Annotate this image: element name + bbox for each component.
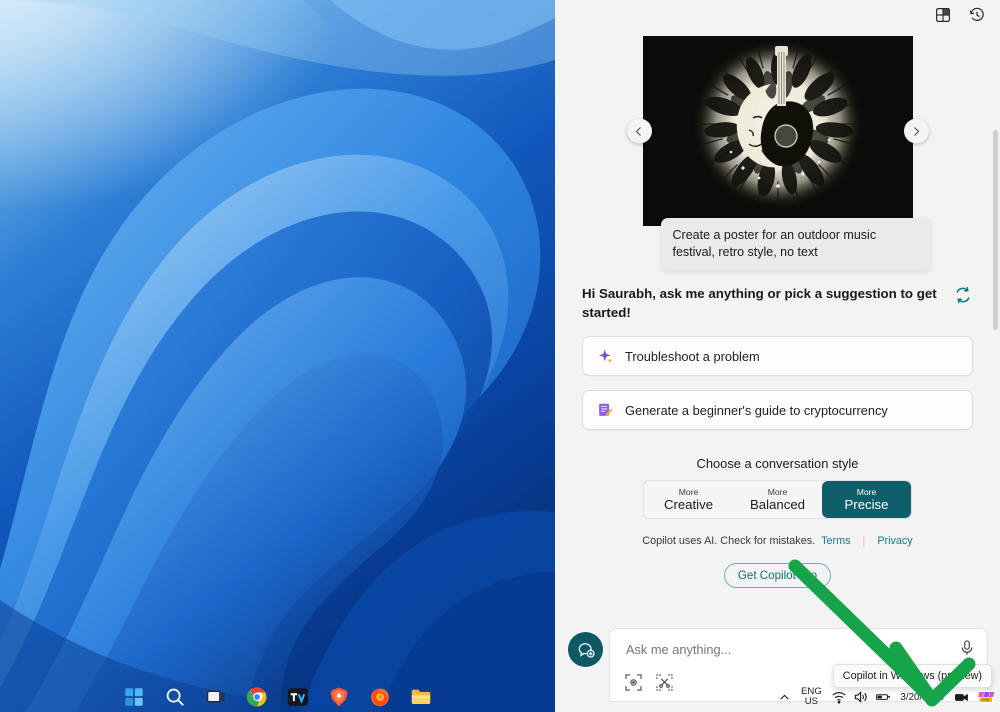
task-view-button[interactable] xyxy=(205,686,227,708)
chevron-left-icon xyxy=(635,126,641,136)
language-indicator[interactable]: ENG US xyxy=(794,687,828,707)
style-option-precise[interactable]: More Precise xyxy=(822,481,911,518)
suggestion-item-1[interactable]: Generate a beginner's guide to cryptocur… xyxy=(582,390,973,430)
plugins-icon[interactable] xyxy=(934,6,952,24)
taskbar-app-icons xyxy=(0,682,555,712)
disclaimer-text: Copilot uses AI. Check for mistakes. xyxy=(642,535,816,547)
disclaimer-separator: | xyxy=(862,535,866,547)
new-topic-button[interactable] xyxy=(568,632,603,667)
disclaimer-row: Copilot uses AI. Check for mistakes. Ter… xyxy=(582,535,973,547)
new-chat-bubble-icon xyxy=(578,642,595,658)
wifi-icon xyxy=(832,692,847,704)
document-edit-icon xyxy=(599,403,613,416)
sparkle-icon xyxy=(598,348,613,363)
conversation-style-group: More Creative More Balanced More Precise xyxy=(643,480,912,519)
clock-date[interactable]: 3/20/2024 xyxy=(894,692,950,703)
chevron-right-icon xyxy=(914,126,920,136)
meet-now-button[interactable] xyxy=(950,687,972,707)
carousel-caption: Create a poster for an outdoor music fes… xyxy=(660,218,931,271)
copilot-panel: Create a poster for an outdoor music fes… xyxy=(555,0,1000,712)
style-option-creative[interactable]: More Creative xyxy=(644,481,733,518)
search-button[interactable] xyxy=(164,686,186,708)
refresh-suggestions-icon[interactable] xyxy=(953,285,973,305)
chrome-button[interactable] xyxy=(246,686,268,708)
start-button[interactable] xyxy=(123,686,145,708)
terms-link[interactable]: Terms xyxy=(821,535,850,547)
volume-button[interactable] xyxy=(850,687,872,707)
carousel-prev-button[interactable] xyxy=(626,118,652,144)
carousel-image[interactable] xyxy=(642,36,913,226)
suggestion-label-0: Troubleshoot a problem xyxy=(625,348,760,364)
show-hidden-icons-button[interactable] xyxy=(774,691,794,704)
wallpaper-artwork xyxy=(0,0,555,712)
copilot-topbar xyxy=(555,0,1000,30)
poster-artwork xyxy=(642,36,913,226)
get-copilot-pro-button[interactable]: Get Copilot Pro xyxy=(724,563,831,588)
style-option-balanced[interactable]: More Balanced xyxy=(733,481,822,518)
desktop-wallpaper xyxy=(0,0,555,712)
svg-text:PRE: PRE xyxy=(982,698,990,702)
copilot-body: Hi Saurabh, ask me anything or pick a su… xyxy=(555,284,1000,588)
carousel-next-button[interactable] xyxy=(903,118,929,144)
privacy-link[interactable]: Privacy xyxy=(877,535,912,547)
speaker-icon xyxy=(855,691,868,703)
suggestion-label-1: Generate a beginner's guide to cryptocur… xyxy=(625,402,888,418)
meet-now-icon xyxy=(954,693,968,701)
style-more-label-0: More xyxy=(678,486,699,497)
copilot-tooltip: Copilot in Windows (preview) xyxy=(832,664,992,688)
file-explorer-button[interactable] xyxy=(410,686,432,708)
style-more-label-2: More xyxy=(856,486,877,497)
battery-button[interactable] xyxy=(872,687,894,707)
battery-icon xyxy=(876,694,891,700)
copilot-scrollbar[interactable] xyxy=(993,130,998,330)
conversation-style-title: Choose a conversation style xyxy=(696,456,859,471)
suggestion-item-0[interactable]: Troubleshoot a problem xyxy=(582,336,973,376)
style-name-label-2: Precise xyxy=(844,497,889,513)
greeting-text: Hi Saurabh, ask me anything or pick a su… xyxy=(582,286,937,320)
microphone-icon[interactable] xyxy=(958,639,976,657)
style-name-label-0: Creative xyxy=(663,497,714,513)
greeting-row: Hi Saurabh, ask me anything or pick a su… xyxy=(582,284,973,322)
history-icon[interactable] xyxy=(968,6,986,24)
suggestion-carousel: Create a poster for an outdoor music fes… xyxy=(626,36,931,271)
copilot-icon: PRE xyxy=(977,690,995,704)
chevron-up-icon xyxy=(780,694,789,700)
wifi-button[interactable] xyxy=(828,687,850,707)
tradingview-button[interactable] xyxy=(287,686,309,708)
style-name-label-1: Balanced xyxy=(750,497,805,513)
taskbar: ENG US 3/20/2024 PRE Copilot in Windows … xyxy=(0,664,1000,712)
date-text: 3/20/2024 xyxy=(900,691,944,703)
language-line-2: US xyxy=(804,696,819,707)
brave-button[interactable] xyxy=(328,686,350,708)
message-input[interactable] xyxy=(624,641,941,658)
firefox-button[interactable] xyxy=(369,686,391,708)
style-more-label-1: More xyxy=(767,486,788,497)
copilot-taskbar-icon[interactable]: PRE xyxy=(972,687,1000,707)
